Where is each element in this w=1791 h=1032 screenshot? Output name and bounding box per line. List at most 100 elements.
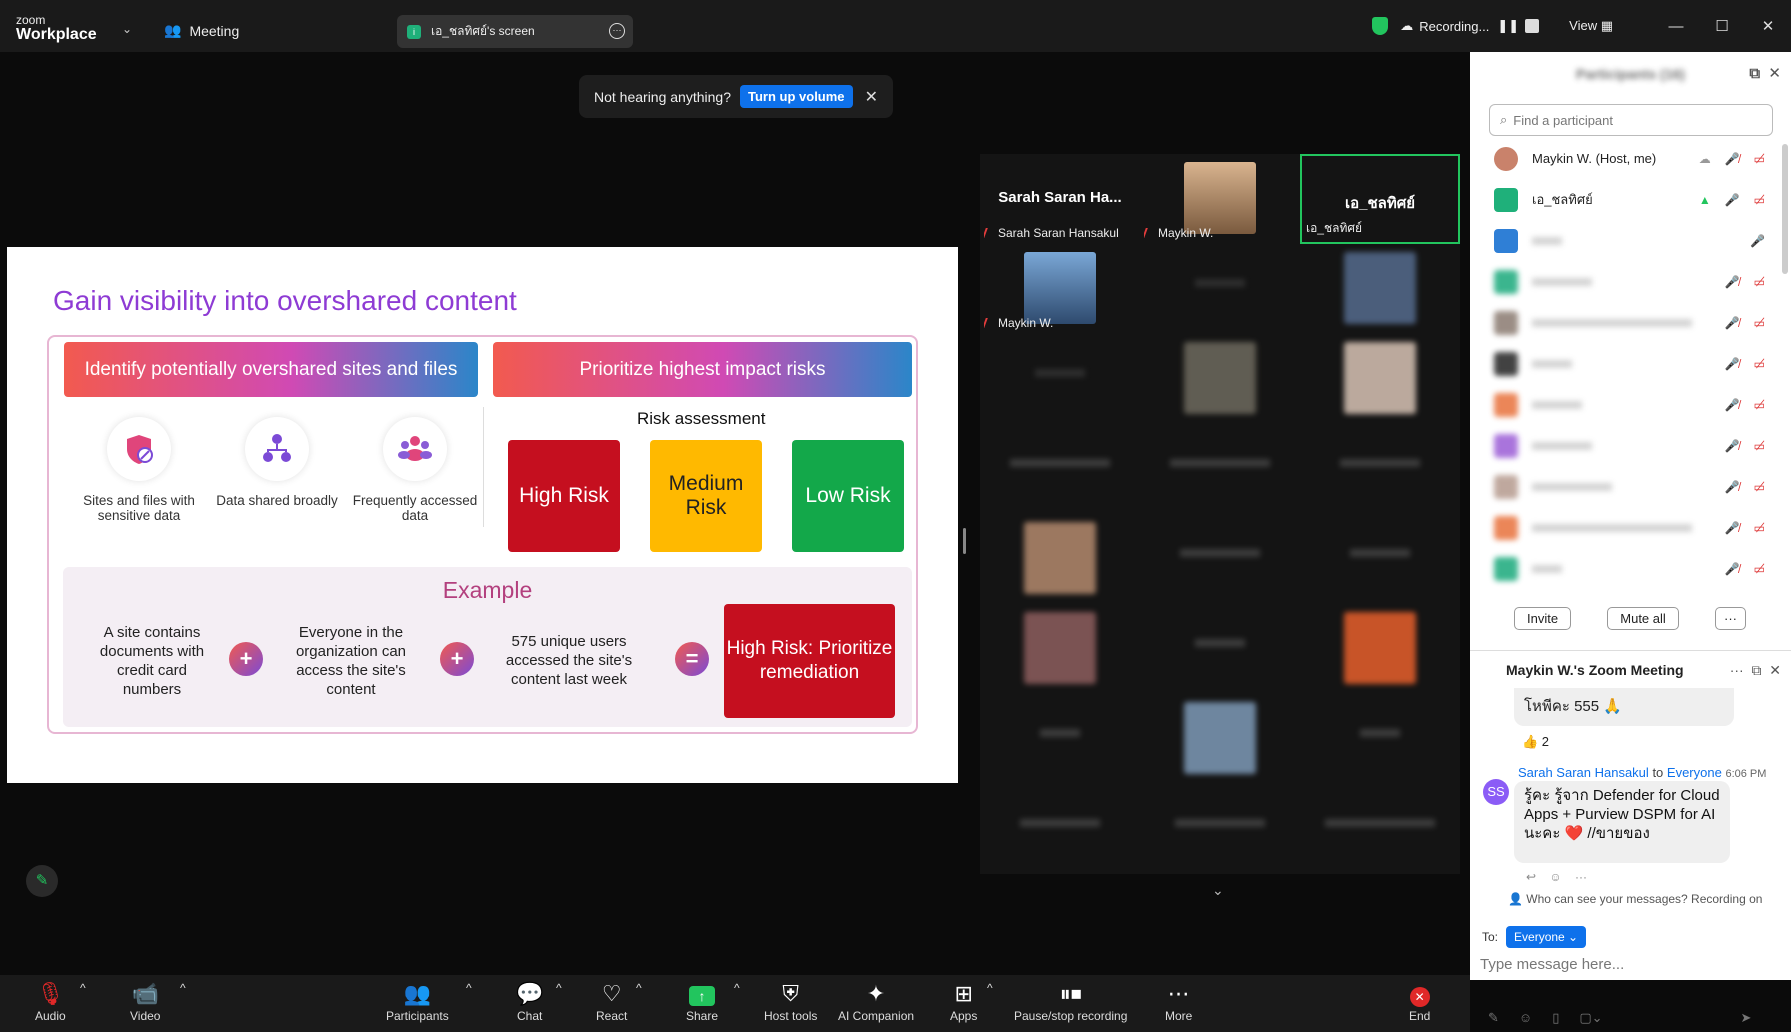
participant-row[interactable]: 🎤̸ ▭̸ (1470, 302, 1791, 343)
video-off-icon[interactable]: ▭̸ (1754, 562, 1765, 576)
video-off-icon[interactable]: ▭̸ (1754, 480, 1765, 494)
video-tile[interactable] (1300, 604, 1460, 694)
pop-out-icon[interactable]: ⧉ (1749, 65, 1760, 82)
video-tile[interactable] (1140, 784, 1300, 874)
audio-options-caret[interactable]: ^ (80, 981, 86, 995)
video-tile[interactable] (1300, 334, 1460, 424)
video-options-caret[interactable]: ^ (180, 981, 186, 995)
share-button[interactable]: ↑ Share (686, 981, 718, 1023)
format-icon[interactable]: ✎ (1488, 1010, 1499, 1026)
video-tile[interactable] (1140, 694, 1300, 784)
more-options-icon[interactable]: ··· (1730, 662, 1744, 678)
pause-recording-icon[interactable]: ❚❚ (1497, 18, 1519, 34)
meeting-menu[interactable]: 👥 Meeting (164, 22, 239, 39)
video-tile[interactable] (980, 424, 1140, 514)
chat-button[interactable]: 💬 Chat (516, 981, 543, 1023)
more-options-icon[interactable]: ··· (609, 23, 625, 39)
chat-options-caret[interactable]: ^ (556, 981, 562, 995)
participant-row[interactable]: 🎤̸ ▭̸ (1470, 548, 1791, 589)
video-tile[interactable] (980, 514, 1140, 604)
mic-icon[interactable]: 🎤 (1725, 193, 1740, 207)
reaction-badge[interactable]: 👍 2 (1522, 734, 1549, 750)
video-off-icon[interactable]: ▭̸ (1754, 439, 1765, 453)
participant-row[interactable]: 🎤̸ ▭̸ (1470, 343, 1791, 384)
mute-all-button[interactable]: Mute all (1607, 607, 1679, 630)
encryption-shield-icon[interactable] (1372, 17, 1389, 35)
participant-row[interactable]: 🎤̸ ▭̸ (1470, 384, 1791, 425)
send-icon[interactable]: ➤ (1741, 1010, 1752, 1026)
chat-message-input[interactable]: Type message here... (1480, 956, 1624, 973)
reply-icon[interactable]: ↩ (1526, 870, 1536, 884)
video-off-icon[interactable]: ▭̸ (1754, 193, 1765, 207)
participant-search-input[interactable]: ⌕ Find a participant (1489, 104, 1773, 136)
maximize-icon[interactable]: ☐ (1699, 17, 1745, 35)
view-button[interactable]: View ▦ (1569, 18, 1613, 34)
video-tile[interactable] (1300, 784, 1460, 874)
close-icon[interactable]: ✕ (1769, 662, 1781, 678)
video-tile[interactable] (1140, 604, 1300, 694)
mic-muted-icon[interactable]: 🎤̸ (1725, 275, 1740, 289)
file-icon[interactable]: ▯ (1552, 1010, 1559, 1026)
stop-recording-icon[interactable] (1525, 19, 1540, 33)
host-tools-button[interactable]: ⛨ Host tools (764, 981, 817, 1023)
video-off-icon[interactable]: ▭̸ (1754, 398, 1765, 412)
video-tile[interactable] (1300, 694, 1460, 784)
apps-button[interactable]: ⊞ Apps (950, 981, 977, 1023)
video-off-icon[interactable]: ▭̸ (1754, 316, 1765, 330)
close-panel-icon[interactable]: ✕ (1768, 65, 1781, 82)
participant-row[interactable]: 🎤̸ ▭̸ (1470, 507, 1791, 548)
chevron-down-icon[interactable]: ⌄ (1212, 882, 1226, 898)
video-tile[interactable] (1140, 334, 1300, 424)
mic-muted-icon[interactable]: 🎤̸ (1725, 152, 1740, 166)
mic-muted-icon[interactable]: 🎤̸ (1725, 562, 1740, 576)
share-options-caret[interactable]: ^ (734, 981, 740, 995)
mic-muted-icon[interactable]: 🎤̸ (1725, 480, 1740, 494)
end-meeting-button[interactable]: ✕ End (1409, 981, 1430, 1023)
close-notification-icon[interactable]: ✕ (865, 87, 878, 107)
video-tile[interactable] (1300, 424, 1460, 514)
participant-row[interactable]: 🎤̸ ▭̸ (1470, 466, 1791, 507)
participant-row[interactable]: 🎤̸ ▭̸ (1470, 425, 1791, 466)
video-tile[interactable] (1140, 514, 1300, 604)
emoji-icon[interactable]: ☺ (1519, 1010, 1532, 1026)
screen-share-pill[interactable]: i เอ_ชลทิศย์'s screen ··· (397, 15, 633, 48)
participant-row[interactable]: เอ_ชลทิศย์ ▲ 🎤 ▭̸ (1470, 179, 1791, 220)
video-tile[interactable] (1300, 244, 1460, 334)
video-off-icon[interactable]: ▭̸ (1754, 521, 1765, 535)
video-tile[interactable] (1300, 514, 1460, 604)
participants-button[interactable]: 👥 Participants (386, 981, 449, 1023)
chevron-down-icon[interactable]: ⌄ (122, 22, 132, 36)
invite-button[interactable]: Invite (1514, 607, 1572, 630)
video-tile[interactable] (980, 334, 1140, 424)
audio-button[interactable]: 🎙 Audio (35, 981, 66, 1023)
video-tile[interactable] (980, 784, 1140, 874)
more-options-button[interactable]: ··· (1714, 607, 1746, 630)
react-button[interactable]: ♡ React (596, 981, 627, 1023)
pause-stop-recording-button[interactable]: ⏸⏹ Pause/stop recording (1014, 981, 1127, 1023)
mic-icon[interactable]: 🎤 (1750, 234, 1765, 248)
annotate-pencil-icon[interactable]: ✎ (26, 865, 58, 897)
ai-companion-button[interactable]: ✦ AI Companion (838, 981, 914, 1023)
video-off-icon[interactable]: ▭̸ (1754, 152, 1765, 166)
pop-out-icon[interactable]: ⧉ (1751, 662, 1761, 678)
video-tile[interactable]: Maykin W. (1140, 154, 1300, 244)
resize-handle[interactable] (963, 528, 966, 554)
recipient-dropdown[interactable]: Everyone ⌄ (1506, 926, 1587, 948)
more-button[interactable]: ⋯ More (1165, 981, 1192, 1023)
video-tile-active-speaker[interactable]: เอ_ชลทิศย์ เอ_ชลทิศย์ (1300, 154, 1460, 244)
mic-muted-icon[interactable]: 🎤̸ (1725, 357, 1740, 371)
participant-row[interactable]: 🎤 (1470, 220, 1791, 261)
mic-muted-icon[interactable]: 🎤̸ (1725, 316, 1740, 330)
more-options-icon[interactable]: ··· (1575, 870, 1587, 884)
video-tile[interactable] (980, 694, 1140, 784)
video-tile[interactable]: Maykin W. (980, 244, 1140, 334)
video-button[interactable]: 📹 Video (130, 981, 160, 1023)
emoji-reaction-icon[interactable]: ☺ (1549, 870, 1561, 884)
turn-up-volume-button[interactable]: Turn up volume (740, 85, 853, 108)
message-visibility-notice[interactable]: 👤 Who can see your messages? Recording o… (1508, 892, 1762, 906)
participant-row[interactable]: 🎤̸ ▭̸ (1470, 261, 1791, 302)
video-off-icon[interactable]: ▭̸ (1754, 357, 1765, 371)
video-tile[interactable] (1140, 424, 1300, 514)
close-icon[interactable]: ✕ (1745, 17, 1791, 35)
video-tile[interactable]: Sarah Saran Ha... Sarah Saran Hansakul (980, 154, 1140, 244)
